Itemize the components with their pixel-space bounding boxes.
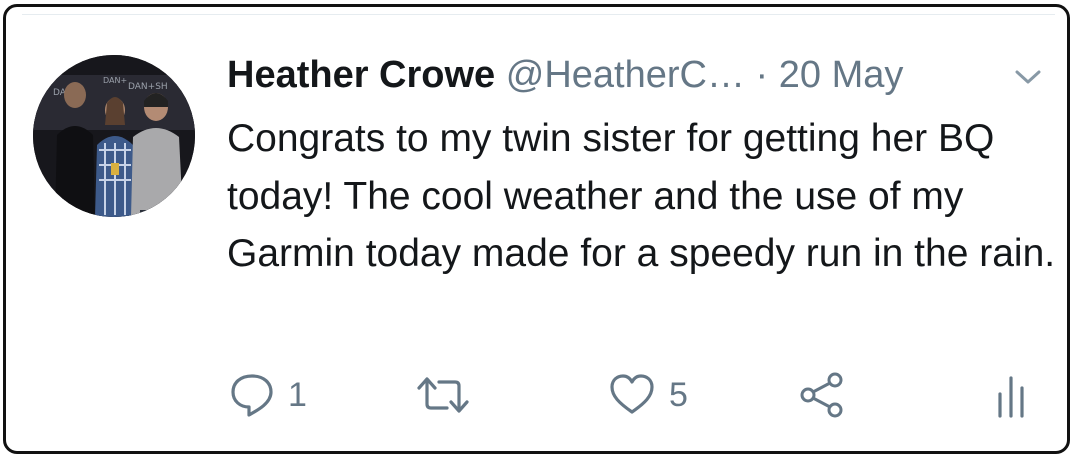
retweet-button[interactable] [413, 365, 485, 425]
reply-icon [228, 370, 276, 420]
divider [22, 14, 1055, 15]
author-name[interactable]: Heather Crowe [227, 54, 495, 96]
reply-count: 1 [288, 375, 307, 414]
svg-text:DAN+SH: DAN+SH [128, 82, 168, 92]
chevron-down-icon[interactable] [1010, 62, 1046, 92]
heart-icon [607, 370, 657, 420]
share-button[interactable] [797, 365, 847, 425]
analytics-button[interactable] [990, 365, 1034, 425]
tweet-actions: 1 5 [0, 365, 1077, 425]
like-button[interactable]: 5 [607, 365, 688, 425]
tweet-date[interactable]: 20 May [779, 54, 904, 96]
avatar-photo: DAY DAN+SH DAN+ [33, 55, 195, 217]
reply-button[interactable]: 1 [228, 365, 307, 425]
tweet-text: Congrats to my twin sister for getting h… [227, 117, 1056, 275]
retweet-icon [413, 370, 473, 420]
separator-dot: · [755, 54, 769, 96]
like-count: 5 [669, 375, 688, 414]
svg-text:DAN+: DAN+ [103, 76, 127, 85]
avatar[interactable]: DAY DAN+SH DAN+ [33, 55, 195, 217]
tweet-header: Heather Crowe @HeatherC… · 20 May [227, 52, 903, 98]
author-handle[interactable]: @HeatherC… [506, 54, 745, 96]
analytics-icon [990, 370, 1034, 420]
share-icon [797, 370, 847, 420]
